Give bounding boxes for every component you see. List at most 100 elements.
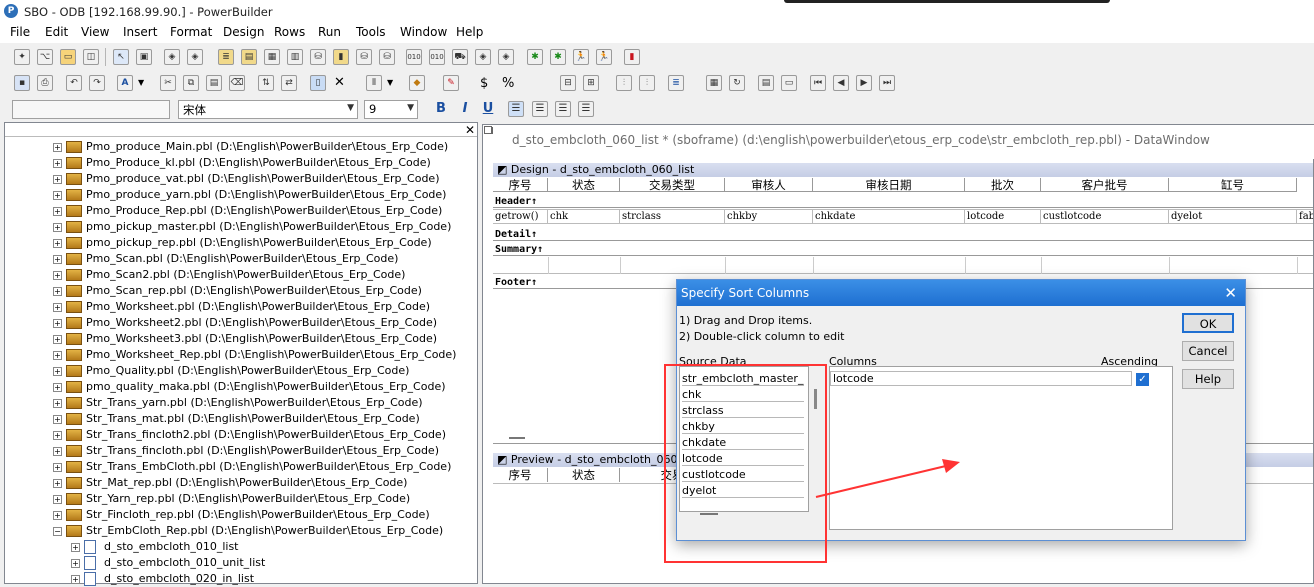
field-chk[interactable]: chk bbox=[548, 209, 620, 224]
library-icon[interactable]: ▤ bbox=[241, 49, 257, 65]
bold-button[interactable]: B bbox=[432, 100, 450, 118]
header-pici[interactable]: 批次 bbox=[965, 178, 1041, 192]
last-icon[interactable]: ⏭ bbox=[879, 75, 895, 91]
expand-toggle-icon[interactable]: + bbox=[53, 207, 62, 216]
new-icon[interactable]: ✦ bbox=[14, 49, 30, 65]
run2-icon[interactable]: 🏃 bbox=[596, 49, 612, 65]
header-shenheriqi[interactable]: 审核日期 bbox=[813, 178, 965, 192]
preview-icon[interactable]: ◫ bbox=[83, 49, 99, 65]
open-folder-icon[interactable]: ▭ bbox=[60, 49, 76, 65]
border-color-icon[interactable]: ✎ bbox=[443, 75, 459, 91]
expand-toggle-icon[interactable]: + bbox=[53, 303, 62, 312]
expand-toggle-icon[interactable]: + bbox=[71, 575, 80, 584]
db-profile-icon[interactable]: ⛁ bbox=[356, 49, 372, 65]
chevron-down-icon[interactable]: ▼ bbox=[138, 78, 144, 87]
exit-icon[interactable]: ▮ bbox=[624, 49, 640, 65]
ascending-checkbox[interactable]: ✓ bbox=[1136, 373, 1149, 386]
save-icon[interactable]: ▪ bbox=[14, 75, 30, 91]
next-icon[interactable]: ▶ bbox=[856, 75, 872, 91]
menu-help[interactable]: Help bbox=[456, 25, 483, 39]
expand-toggle-icon[interactable]: + bbox=[53, 463, 62, 472]
menu-format[interactable]: Format bbox=[170, 25, 212, 39]
menu-design[interactable]: Design bbox=[223, 25, 264, 39]
expand-toggle-icon[interactable]: + bbox=[53, 367, 62, 376]
paste-icon[interactable]: ▤ bbox=[206, 75, 222, 91]
band-detail[interactable]: Detail↑ bbox=[495, 229, 537, 240]
object-icon[interactable]: ◈ bbox=[164, 49, 180, 65]
layer-icon[interactable]: ⫶ bbox=[616, 75, 632, 91]
cancel-button[interactable]: Cancel bbox=[1182, 341, 1234, 361]
field-getrow[interactable]: getrow() bbox=[493, 209, 548, 224]
align-center-icon[interactable]: ☰ bbox=[532, 101, 548, 117]
header-zhuangtai[interactable]: 状态 bbox=[548, 178, 620, 192]
band-header[interactable]: Header↑ bbox=[495, 196, 537, 207]
header-ganghao[interactable]: 缸号 bbox=[1169, 178, 1297, 192]
close-icon[interactable]: ✕ bbox=[334, 75, 345, 90]
expand-toggle-icon[interactable]: + bbox=[53, 223, 62, 232]
dialog-close-icon[interactable]: ✕ bbox=[1224, 280, 1237, 306]
field-dyelot[interactable]: dyelot bbox=[1169, 209, 1297, 224]
expand-toggle-icon[interactable]: + bbox=[53, 415, 62, 424]
script-icon[interactable]: ≣ bbox=[218, 49, 234, 65]
prior-icon[interactable]: ◀ bbox=[833, 75, 849, 91]
field-chkby[interactable]: chkby bbox=[725, 209, 813, 224]
debug2-icon[interactable]: ✱ bbox=[550, 49, 566, 65]
percent-icon[interactable]: % bbox=[502, 76, 514, 91]
field-lotcode[interactable]: lotcode bbox=[965, 209, 1041, 224]
font-combo[interactable]: 宋体 ▼ bbox=[178, 100, 358, 119]
expand-toggle-icon[interactable]: + bbox=[71, 543, 80, 552]
menu-window[interactable]: Window bbox=[400, 25, 447, 39]
band-summary[interactable]: Summary↑ bbox=[495, 244, 543, 255]
menu-rows[interactable]: Rows bbox=[274, 25, 305, 39]
expand-toggle-icon[interactable]: + bbox=[53, 495, 62, 504]
datawindow-icon[interactable]: ◈ bbox=[187, 49, 203, 65]
justify-icon[interactable]: ☰ bbox=[578, 101, 594, 117]
expand-toggle-icon[interactable]: + bbox=[53, 383, 62, 392]
insert-row-icon[interactable]: ▭ bbox=[781, 75, 797, 91]
redo-icon[interactable]: ↷ bbox=[89, 75, 105, 91]
expand-toggle-icon[interactable]: + bbox=[53, 175, 62, 184]
expand-toggle-icon[interactable]: − bbox=[53, 527, 62, 536]
align-right-icon[interactable]: ☰ bbox=[555, 101, 571, 117]
expand-toggle-icon[interactable]: + bbox=[53, 511, 62, 520]
header-jiaoyileixing[interactable]: 交易类型 bbox=[620, 178, 725, 192]
size-combo[interactable]: 9 ▼ bbox=[364, 100, 418, 119]
help-button[interactable]: Help bbox=[1182, 369, 1234, 389]
expand-toggle-icon[interactable]: + bbox=[71, 559, 80, 568]
expand-toggle-icon[interactable]: + bbox=[53, 143, 62, 152]
space-icon[interactable]: ⊟ bbox=[560, 75, 576, 91]
chevron-down-icon[interactable]: ▼ bbox=[387, 78, 393, 87]
expand-toggle-icon[interactable]: + bbox=[53, 447, 62, 456]
database-icon[interactable]: ⛁ bbox=[310, 49, 326, 65]
menu-edit[interactable]: Edit bbox=[45, 25, 68, 39]
component-icon[interactable]: ◈ bbox=[475, 49, 491, 65]
splitter-handle[interactable] bbox=[509, 437, 525, 439]
menu-view[interactable]: View bbox=[81, 25, 109, 39]
underline-button[interactable]: U bbox=[479, 100, 497, 118]
header-kehupihao[interactable]: 客户批号 bbox=[1041, 178, 1169, 192]
size-icon[interactable]: ⊞ bbox=[583, 75, 599, 91]
menu-tools[interactable]: Tools bbox=[356, 25, 386, 39]
menu-file[interactable]: File bbox=[10, 25, 30, 39]
sort-icon[interactable]: ⇅ bbox=[258, 75, 274, 91]
undo-icon[interactable]: ↶ bbox=[66, 75, 82, 91]
sort-column-lotcode[interactable]: lotcode bbox=[830, 371, 1132, 386]
expand-toggle-icon[interactable]: + bbox=[53, 271, 62, 280]
component2-icon[interactable]: ◈ bbox=[498, 49, 514, 65]
run-icon[interactable]: 🏃 bbox=[573, 49, 589, 65]
binary-icon[interactable]: 010 bbox=[406, 49, 422, 65]
text-icon[interactable]: A bbox=[117, 75, 133, 91]
db-painter-icon[interactable]: ⛁ bbox=[379, 49, 395, 65]
expand-toggle-icon[interactable]: + bbox=[53, 239, 62, 248]
grid-icon[interactable]: ▦ bbox=[706, 75, 722, 91]
menu-run[interactable]: Run bbox=[318, 25, 341, 39]
report-icon[interactable]: ▦ bbox=[264, 49, 280, 65]
expand-toggle-icon[interactable]: + bbox=[53, 287, 62, 296]
field-strclass[interactable]: strclass bbox=[620, 209, 725, 224]
expand-toggle-icon[interactable]: + bbox=[53, 159, 62, 168]
currency-icon[interactable]: $ bbox=[480, 76, 488, 91]
tab-order-icon[interactable]: ≣ bbox=[668, 75, 684, 91]
expand-toggle-icon[interactable]: + bbox=[53, 319, 62, 328]
cut-icon[interactable]: ✂ bbox=[160, 75, 176, 91]
layer2-icon[interactable]: ⫶ bbox=[639, 75, 655, 91]
